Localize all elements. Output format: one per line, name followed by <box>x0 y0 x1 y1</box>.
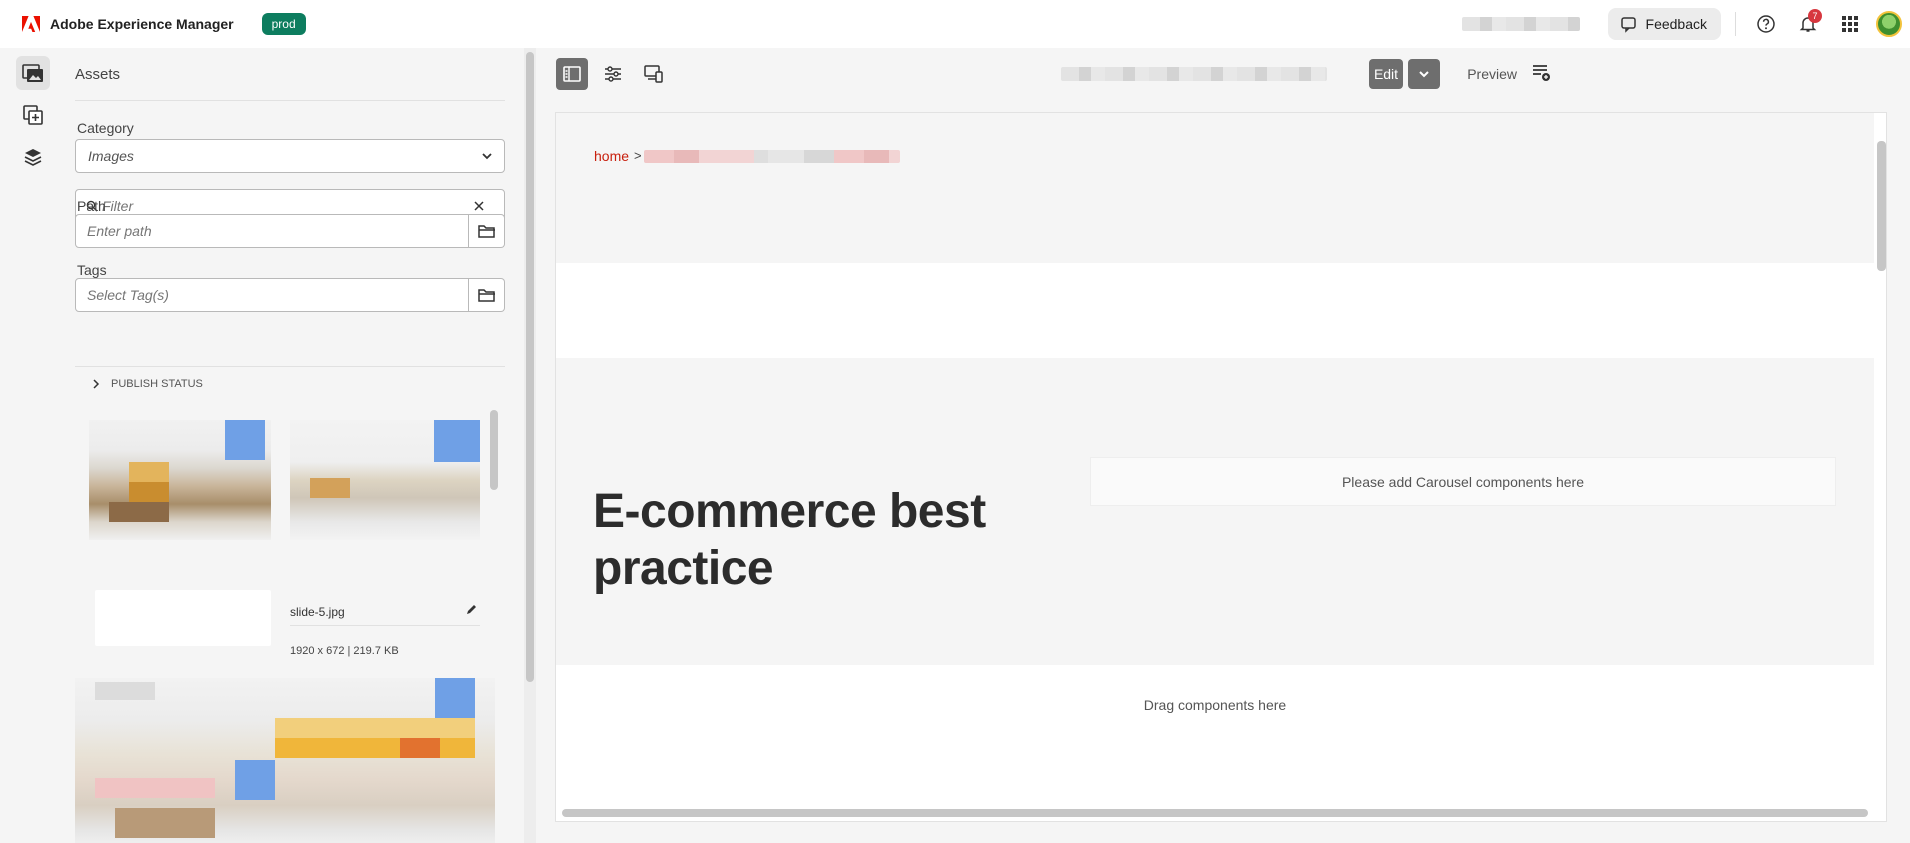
chevron-down-icon <box>1419 71 1429 78</box>
page-properties-button[interactable] <box>597 58 629 90</box>
feedback-button[interactable]: Feedback <box>1607 8 1721 40</box>
device-preview-icon <box>644 65 663 83</box>
publish-status-toggle[interactable]: PUBLISH STATUS <box>91 378 203 390</box>
carousel-placeholder[interactable]: Please add Carousel components here <box>1090 457 1836 506</box>
panel-scrollbar[interactable] <box>524 48 536 843</box>
rail-assets-button[interactable] <box>16 56 50 90</box>
divider <box>75 100 505 101</box>
divider <box>1735 12 1736 36</box>
asset-list: slide-5.jpg 1920 x 672 | 219.7 KB <box>75 400 495 843</box>
rail-components-button[interactable] <box>16 98 50 132</box>
redacted-page-title <box>1061 67 1327 81</box>
path-input[interactable] <box>87 223 457 239</box>
chevron-down-icon <box>482 153 492 160</box>
page-info-button[interactable] <box>1531 63 1551 88</box>
app-title[interactable]: Adobe Experience Manager <box>50 16 234 32</box>
hero-section[interactable]: E-commerce best practice Please add Caro… <box>556 358 1874 665</box>
top-right-controls: Feedback 7 <box>1461 0 1910 48</box>
rail-content-tree-button[interactable] <box>16 140 50 174</box>
panel-scrollbar-thumb[interactable] <box>526 52 534 682</box>
divider <box>290 625 480 626</box>
top-bar: Adobe Experience Manager prod Feedback 7 <box>0 0 1910 48</box>
mode-edit-button[interactable]: Edit <box>1369 59 1403 89</box>
breadcrumb: home > <box>556 113 1874 263</box>
editor-toolbar: Edit Preview <box>537 48 1910 100</box>
category-value: Images <box>88 148 134 164</box>
content-tree-icon <box>24 149 42 166</box>
page-editor-canvas: home > E-commerce best practice Please a… <box>555 112 1887 822</box>
asset-metadata: 1920 x 672 | 219.7 KB <box>290 645 399 657</box>
notifications-button[interactable]: 7 <box>1792 8 1824 40</box>
path-field[interactable] <box>75 214 469 248</box>
pencil-icon[interactable] <box>465 604 477 616</box>
editor-bottom-area <box>537 822 1910 843</box>
toggle-side-panel-button[interactable] <box>556 58 588 90</box>
asset-thumbnail[interactable] <box>290 420 480 540</box>
components-icon <box>23 105 43 125</box>
tags-field[interactable] <box>75 278 469 312</box>
folder-icon <box>477 225 495 238</box>
side-panel-icon <box>563 66 581 82</box>
side-rail <box>0 48 50 843</box>
clear-icon[interactable] <box>474 201 484 211</box>
adobe-logo-icon[interactable] <box>20 13 42 35</box>
asset-thumbnail[interactable] <box>89 420 271 540</box>
redacted-breadcrumb-path <box>644 150 900 163</box>
feedback-icon <box>1620 17 1636 33</box>
sliders-icon <box>605 66 621 82</box>
feedback-label: Feedback <box>1645 16 1707 32</box>
category-select[interactable]: Images <box>75 139 505 173</box>
asset-list-scrollbar[interactable] <box>490 410 498 490</box>
chevron-right-icon <box>93 379 100 389</box>
help-icon <box>1757 15 1775 33</box>
hero-title[interactable]: E-commerce best practice <box>593 483 1013 597</box>
tags-label: Tags <box>77 262 107 278</box>
emulator-button[interactable] <box>638 58 670 90</box>
drop-zone-placeholder[interactable]: Drag components here <box>556 685 1874 725</box>
tags-input[interactable] <box>87 287 457 303</box>
path-label: Path <box>77 198 106 214</box>
assets-panel: Assets Category Images Path Tags PUBLISH… <box>58 48 518 843</box>
help-button[interactable] <box>1750 8 1782 40</box>
publish-status-label: PUBLISH STATUS <box>111 378 203 390</box>
canvas-horizontal-scrollbar[interactable] <box>562 809 1868 817</box>
filter-input[interactable] <box>102 198 472 214</box>
canvas-vertical-scrollbar[interactable] <box>1877 141 1886 271</box>
divider <box>75 366 505 367</box>
page-info-icon <box>1533 65 1550 81</box>
environment-badge: prod <box>261 13 306 35</box>
breadcrumb-separator: > <box>634 148 642 163</box>
redacted-org-name <box>1461 17 1580 31</box>
preview-button[interactable]: Preview <box>1467 66 1517 82</box>
assets-icon <box>22 64 43 82</box>
user-avatar[interactable] <box>1876 11 1902 37</box>
asset-placeholder-card <box>95 590 271 646</box>
breadcrumb-home-link[interactable]: home <box>594 148 629 164</box>
path-browse-button[interactable] <box>469 214 505 248</box>
asset-thumbnail[interactable] <box>75 678 495 843</box>
tags-browse-button[interactable] <box>469 278 505 312</box>
asset-filename[interactable]: slide-5.jpg <box>290 605 345 619</box>
notification-count-badge: 7 <box>1808 9 1822 23</box>
panel-title: Assets <box>75 66 121 83</box>
app-switcher-button[interactable] <box>1834 8 1866 40</box>
mode-dropdown-button[interactable] <box>1408 59 1440 89</box>
category-label: Category <box>77 120 134 136</box>
app-switcher-icon <box>1842 16 1858 32</box>
folder-icon <box>477 289 495 302</box>
